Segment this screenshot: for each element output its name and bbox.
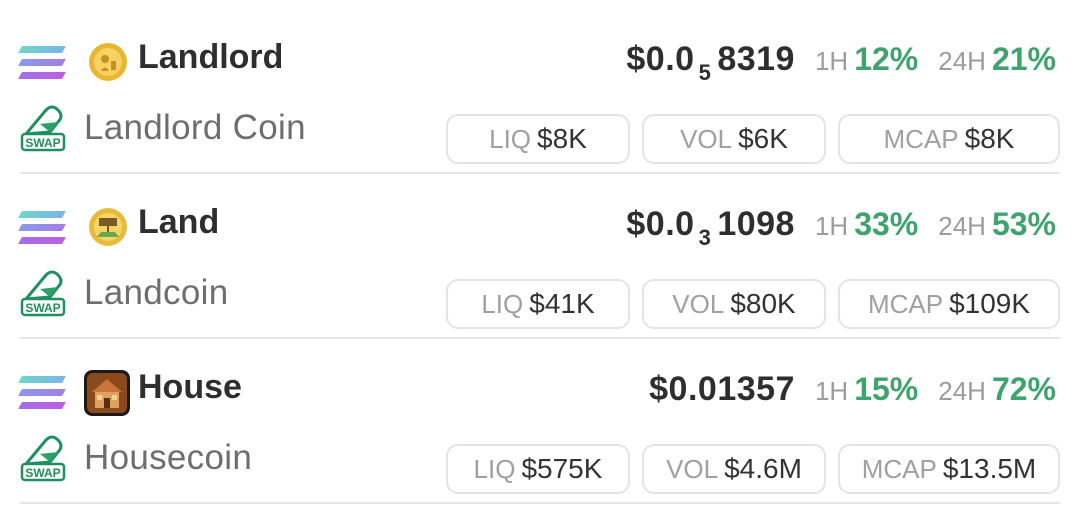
- change-24h-label: 24H: [938, 46, 986, 76]
- svg-text:SWAP: SWAP: [25, 136, 60, 150]
- liquidity-pill[interactable]: LIQ $41K: [446, 279, 630, 329]
- price-line: $0.0 3 1098 1H 33% 24H 53%: [626, 205, 1056, 253]
- token-row-house[interactable]: House SWAP Housecoin $0.01357 1H 15% 24H…: [18, 368, 1060, 520]
- solana-icon: [18, 376, 66, 410]
- divider: [20, 337, 1060, 339]
- liquidity-pill[interactable]: LIQ $575K: [446, 444, 630, 494]
- token-name: Landcoin: [84, 273, 229, 312]
- price: $0.0 5 8319: [626, 40, 795, 85]
- price: $0.01357: [649, 370, 795, 408]
- swap-icon[interactable]: SWAP: [20, 269, 66, 319]
- change-24h-label: 24H: [938, 376, 986, 406]
- market-cap-pill[interactable]: MCAP $8K: [838, 114, 1060, 164]
- change-1h-label: 1H: [814, 211, 849, 241]
- divider: [20, 172, 1060, 174]
- change-1h-label: 1H: [814, 46, 849, 76]
- token-row-landlord[interactable]: Landlord SWAP Landlord Coin $0.0 5 8319 1H…: [18, 38, 1060, 190]
- change-24h-value: 53%: [991, 206, 1056, 242]
- divider: [20, 502, 1060, 504]
- solana-icon: [18, 211, 66, 245]
- land-sign-icon: [88, 207, 128, 247]
- price: $0.0 3 1098: [626, 205, 795, 250]
- change-24h-value: 21%: [991, 41, 1056, 77]
- token-symbol: House: [138, 368, 242, 406]
- stats-pills: LIQ $41K VOL $80K MCAP $109K: [446, 279, 1060, 331]
- house-icon: [84, 370, 130, 416]
- token-name: Housecoin: [84, 438, 253, 477]
- change-24h-value: 72%: [991, 371, 1056, 407]
- change-1h-value: 33%: [854, 206, 919, 242]
- market-cap-pill[interactable]: MCAP $13.5M: [838, 444, 1060, 494]
- price-line: $0.01357 1H 15% 24H 72%: [649, 370, 1056, 418]
- market-cap-pill[interactable]: MCAP $109K: [838, 279, 1060, 329]
- liquidity-pill[interactable]: LIQ $8K: [446, 114, 630, 164]
- gold-coin-icon: [88, 42, 128, 82]
- svg-text:SWAP: SWAP: [25, 466, 60, 480]
- token-symbol: Landlord: [138, 38, 284, 76]
- swap-icon[interactable]: SWAP: [20, 104, 66, 154]
- volume-pill[interactable]: VOL $6K: [642, 114, 826, 164]
- swap-icon[interactable]: SWAP: [20, 434, 66, 484]
- svg-text:SWAP: SWAP: [25, 301, 60, 315]
- stats-pills: LIQ $8K VOL $6K MCAP $8K: [446, 114, 1060, 166]
- change-1h-label: 1H: [814, 376, 849, 406]
- token-name: Landlord Coin: [84, 108, 306, 147]
- volume-pill[interactable]: VOL $80K: [642, 279, 826, 329]
- change-1h-value: 12%: [854, 41, 919, 77]
- solana-icon: [18, 46, 66, 80]
- change-24h-label: 24H: [938, 211, 986, 241]
- token-list: Landlord SWAP Landlord Coin $0.0 5 8319 1H…: [0, 0, 1080, 508]
- change-1h-value: 15%: [854, 371, 919, 407]
- price-line: $0.0 5 8319 1H 12% 24H 21%: [626, 40, 1056, 88]
- token-row-land[interactable]: Land SWAP Landcoin $0.0 3 1098 1H 33% 24H …: [18, 203, 1060, 355]
- token-symbol: Land: [138, 203, 220, 241]
- stats-pills: LIQ $575K VOL $4.6M MCAP $13.5M: [446, 444, 1060, 496]
- volume-pill[interactable]: VOL $4.6M: [642, 444, 826, 494]
